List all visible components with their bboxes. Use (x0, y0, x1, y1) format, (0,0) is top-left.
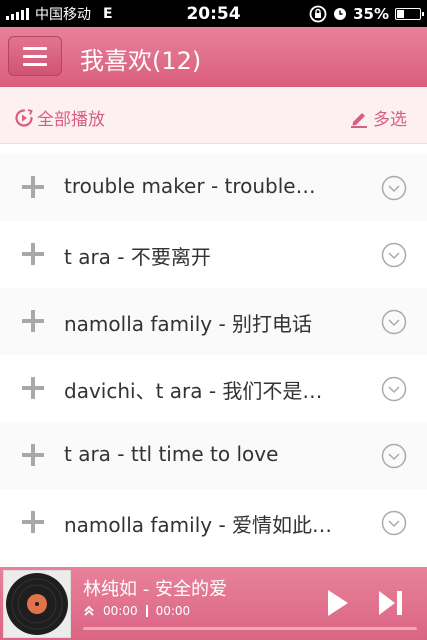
add-icon[interactable] (22, 377, 44, 399)
battery-fill (397, 9, 405, 18)
chevron-down-circle-icon[interactable] (381, 309, 407, 335)
chevron-double-up-icon[interactable] (83, 605, 95, 617)
page-title: 我喜欢(12) (80, 47, 202, 75)
add-icon[interactable] (22, 444, 44, 466)
total-time: 00:00 (155, 604, 191, 618)
chevron-down-circle-icon[interactable] (381, 510, 407, 536)
menu-button[interactable] (8, 36, 62, 76)
song-title: namolla family - 别打电话 (64, 312, 313, 336)
now-playing-title: 林纯如 - 安全的爱 (83, 579, 227, 600)
list-item[interactable]: namolla family - 爱情如此… (0, 489, 427, 556)
hamburger-icon-line (23, 62, 47, 66)
song-title: t ara - 不要离开 (64, 245, 211, 269)
song-title: trouble maker - trouble… (64, 174, 316, 198)
multi-select-button[interactable]: 多选 (349, 105, 407, 130)
chevron-down-circle-icon[interactable] (381, 175, 407, 201)
status-bar: 中国移动 E 20:54 35% (0, 0, 427, 27)
album-cover[interactable] (3, 570, 71, 638)
header: 我喜欢(12) (0, 27, 427, 87)
chevron-down-circle-icon[interactable] (381, 376, 407, 402)
add-icon[interactable] (22, 511, 44, 533)
now-playing-bar[interactable]: 林纯如 - 安全的爱 00:00 00:00 (0, 567, 427, 640)
status-right: 35% (309, 0, 424, 27)
battery-percent: 35% (353, 4, 389, 23)
play-all-button[interactable]: 全部播放 (14, 105, 105, 130)
song-title: namolla family - 爱情如此… (64, 513, 333, 537)
list-item[interactable]: t ara - ttl time to love (0, 422, 427, 489)
battery-icon (395, 7, 424, 20)
time-divider (145, 605, 148, 617)
hamburger-icon-line (23, 46, 47, 50)
list-item[interactable]: davichi、t ara - 我们不是… (0, 355, 427, 422)
chevron-down-circle-icon[interactable] (381, 443, 407, 469)
vinyl-record-icon (6, 573, 68, 635)
list-item[interactable]: t ara - 不要离开 (0, 221, 427, 288)
song-title: t ara - ttl time to love (64, 442, 279, 466)
play-circle-icon (15, 108, 33, 127)
action-bar: 全部播放 多选 (0, 87, 427, 144)
elapsed-time: 00:00 (103, 604, 138, 618)
multi-select-label: 多选 (373, 110, 407, 130)
song-list: trouble maker - trouble… t ara - 不要离开 na… (0, 154, 427, 556)
song-title: davichi、t ara - 我们不是… (64, 379, 323, 403)
alarm-clock-icon (334, 7, 347, 20)
chevron-down-circle-icon[interactable] (381, 242, 407, 268)
list-item[interactable]: trouble maker - trouble… (0, 154, 427, 221)
playback-time: 00:00 00:00 (83, 604, 190, 618)
play-all-label: 全部播放 (37, 110, 105, 130)
list-item[interactable]: namolla family - 别打电话 (0, 288, 427, 355)
add-icon[interactable] (22, 310, 44, 332)
hamburger-icon-line (23, 54, 47, 58)
add-icon[interactable] (22, 176, 44, 198)
add-icon[interactable] (22, 243, 44, 265)
play-icon[interactable] (326, 589, 350, 617)
rotation-lock-icon (309, 5, 327, 22)
progress-bar[interactable] (83, 627, 417, 630)
pencil-icon (351, 112, 367, 128)
next-track-icon[interactable] (378, 590, 404, 616)
